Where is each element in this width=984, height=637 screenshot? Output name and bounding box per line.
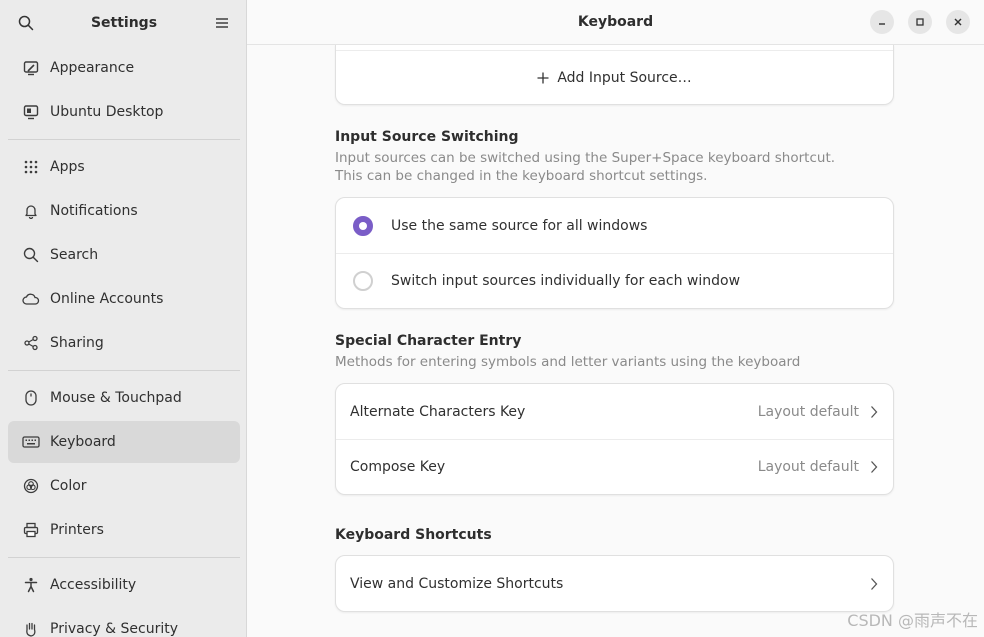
- chevron-right-icon: [869, 404, 879, 420]
- sidebar-item-keyboard[interactable]: Keyboard: [8, 421, 240, 463]
- sidebar-separator: [8, 557, 240, 558]
- sidebar-item-label: Appearance: [50, 60, 135, 76]
- search-icon: [22, 246, 40, 264]
- view-customize-shortcuts-row[interactable]: View and Customize Shortcuts: [336, 556, 893, 611]
- sidebar-item-label: Accessibility: [50, 577, 137, 593]
- radio-label: Use the same source for all windows: [391, 217, 648, 234]
- row-label: Alternate Characters Key: [350, 403, 526, 420]
- row-label: Compose Key: [350, 459, 446, 475]
- row-label: View and Customize Shortcuts: [350, 575, 564, 592]
- share-icon: [22, 334, 40, 352]
- sidebar-item-label: Sharing: [50, 335, 104, 351]
- main-header: Keyboard: [247, 0, 984, 45]
- sidebar-item-notifications[interactable]: Notifications: [8, 190, 240, 232]
- section-desc-special: Methods for entering symbols and letter …: [335, 354, 801, 370]
- shortcuts-card: View and Customize Shortcuts: [335, 555, 894, 612]
- section-desc-switching: Input sources can be switched using the …: [335, 149, 894, 185]
- section-title-special: Special Character Entry: [335, 333, 522, 349]
- sidebar-item-label: Mouse & Touchpad: [50, 390, 182, 406]
- sidebar-separator: [8, 370, 240, 371]
- radio-row-individual[interactable]: Switch input sources individually for ea…: [336, 253, 893, 308]
- hand-icon: [22, 620, 40, 637]
- sidebar-item-label: Printers: [50, 522, 104, 538]
- sidebar-item-label: Privacy & Security: [50, 621, 178, 637]
- sidebar-item-printers[interactable]: Printers: [8, 509, 240, 551]
- switching-card: Use the same source for all windows Swit…: [335, 197, 894, 309]
- row-value: Layout default: [757, 403, 859, 420]
- special-card: Alternate Characters Key Layout default …: [335, 383, 894, 495]
- input-sources-card: Add Input Source…: [335, 45, 894, 105]
- sidebar-item-label: Ubuntu Desktop: [50, 104, 164, 120]
- add-input-source-label: Add Input Source…: [557, 69, 692, 86]
- desktop-icon: [22, 103, 40, 121]
- row-value: Layout default: [757, 459, 859, 475]
- compose-key-row[interactable]: Compose Key Layout default: [336, 439, 893, 494]
- plus-icon: [537, 72, 549, 84]
- radio-dot: [359, 221, 367, 230]
- chevron-right-icon: [869, 459, 879, 475]
- sidebar-item-search[interactable]: Search: [8, 234, 240, 276]
- sidebar-item-online-accounts[interactable]: Online Accounts: [8, 278, 240, 320]
- sidebar-item-mouse-touchpad[interactable]: Mouse & Touchpad: [8, 377, 240, 419]
- menu-icon[interactable]: [212, 13, 232, 33]
- sidebar-item-sharing[interactable]: Sharing: [8, 322, 240, 364]
- radio-button[interactable]: [353, 271, 373, 291]
- page-title: Keyboard: [577, 14, 654, 30]
- sidebar-item-label: Keyboard: [50, 434, 116, 450]
- sidebar-item-ubuntu-desktop[interactable]: Ubuntu Desktop: [8, 91, 240, 133]
- close-button[interactable]: [946, 10, 970, 34]
- appearance-icon: [22, 59, 40, 77]
- sidebar-item-apps[interactable]: Apps: [8, 146, 240, 188]
- sidebar-header: Settings: [0, 0, 246, 45]
- sidebar-item-label: Search: [50, 247, 99, 263]
- add-input-source-button[interactable]: Add Input Source…: [336, 50, 893, 104]
- mouse-icon: [22, 389, 40, 407]
- main-pane: Keyboard Add Input Source… Input Source …: [247, 0, 984, 637]
- sidebar: Settings Appearance Ubuntu Desktop Apps: [0, 0, 247, 637]
- search-icon[interactable]: [16, 13, 36, 33]
- sidebar-item-label: Color: [50, 478, 87, 494]
- watermark: CSDN @雨声不在: [847, 611, 978, 630]
- radio-label: Switch input sources individually for ea…: [391, 273, 741, 289]
- sidebar-item-label: Online Accounts: [50, 291, 164, 307]
- content: Add Input Source… Input Source Switching…: [335, 45, 894, 612]
- bell-icon: [22, 202, 40, 220]
- radio-button-selected[interactable]: [353, 215, 373, 236]
- window-controls: [870, 10, 970, 34]
- color-icon: [22, 477, 40, 495]
- chevron-right-icon: [869, 576, 879, 592]
- radio-row-same-source[interactable]: Use the same source for all windows: [336, 198, 893, 253]
- minimize-button[interactable]: [870, 10, 894, 34]
- section-title-switching: Input Source Switching: [335, 129, 519, 145]
- accessibility-icon: [22, 576, 40, 594]
- sidebar-item-privacy-security[interactable]: Privacy & Security: [8, 608, 240, 637]
- cloud-icon: [22, 290, 40, 308]
- desc-line: This can be changed in the keyboard shor…: [335, 168, 708, 184]
- sidebar-list: Appearance Ubuntu Desktop Apps Notificat…: [0, 47, 246, 637]
- desc-line: Input sources can be switched using the …: [335, 150, 836, 166]
- section-title-shortcuts: Keyboard Shortcuts: [335, 527, 492, 543]
- alternate-characters-key-row[interactable]: Alternate Characters Key Layout default: [336, 384, 893, 439]
- sidebar-item-label: Notifications: [50, 203, 138, 219]
- sidebar-item-label: Apps: [50, 159, 85, 175]
- apps-grid-icon: [22, 158, 40, 176]
- keyboard-icon: [22, 433, 40, 451]
- sidebar-item-color[interactable]: Color: [8, 465, 240, 507]
- maximize-button[interactable]: [908, 10, 932, 34]
- sidebar-title: Settings: [90, 14, 158, 31]
- sidebar-separator: [8, 139, 240, 140]
- sidebar-item-appearance[interactable]: Appearance: [8, 47, 240, 89]
- sidebar-item-accessibility[interactable]: Accessibility: [8, 564, 240, 606]
- printer-icon: [22, 521, 40, 539]
